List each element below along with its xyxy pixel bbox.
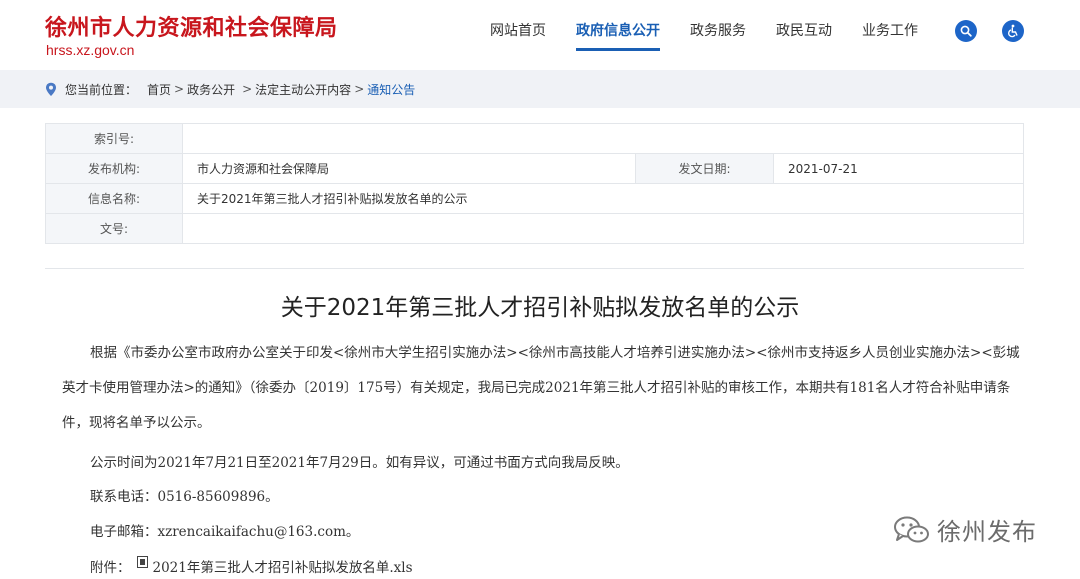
attachment-label: 附件：	[90, 560, 131, 576]
search-button[interactable]	[955, 20, 977, 42]
index-label: 索引号:	[45, 123, 183, 154]
site-header: 徐州市人力资源和社会保障局 hrss.xz.gov.cn 网站首页 政府信息公开…	[0, 0, 1080, 70]
breadcrumb-label: 您当前位置：	[65, 82, 138, 97]
divider	[45, 268, 1024, 269]
contact-email: 电子邮箱：xzrencaikaifachu@163.com。	[90, 524, 360, 540]
breadcrumb-separator: >	[174, 82, 185, 96]
meta-row: 索引号:	[45, 123, 1024, 154]
breadcrumb-separator: >	[354, 82, 365, 96]
watermark-text: 徐州发布	[937, 518, 1037, 546]
publisher-label: 发布机构:	[45, 153, 183, 184]
breadcrumb-separator: >	[242, 82, 253, 96]
nav-item-services[interactable]: 政务服务	[690, 22, 746, 62]
location-pin-icon	[46, 82, 56, 96]
site-domain: hrss.xz.gov.cn	[46, 42, 135, 58]
main-nav: 网站首页 政府信息公开 政务服务 政民互动 业务工作	[475, 22, 933, 62]
article-paragraph: 根据《市委办公室市政府办公室关于印发<徐州市大学生招引实施办法><徐州市高技能人…	[62, 345, 1020, 431]
nav-item-business[interactable]: 业务工作	[862, 22, 918, 62]
site-title[interactable]: 徐州市人力资源和社会保障局	[45, 10, 338, 42]
attachment-link[interactable]: 2021年第三批人才招引补贴拟发放名单.xls	[153, 556, 413, 576]
date-label: 发文日期:	[635, 153, 774, 184]
nav-item-interaction[interactable]: 政民互动	[776, 22, 832, 62]
breadcrumb-gov-affairs[interactable]: 政务公开	[187, 81, 235, 98]
wechat-icon	[894, 516, 929, 542]
breadcrumb-statutory[interactable]: 法定主动公开内容	[255, 81, 351, 98]
info-name-value: 关于2021年第三批人才招引补贴拟发放名单的公示	[182, 183, 1024, 214]
article-title: 关于2021年第三批人才招引补贴拟发放名单的公示	[280, 295, 800, 321]
article-paragraph: 公示时间为2021年7月21日至2021年7月29日。如有异议，可通过书面方式向…	[90, 455, 629, 471]
meta-row: 信息名称: 关于2021年第三批人才招引补贴拟发放名单的公示	[45, 183, 1024, 214]
publisher-value: 市人力资源和社会保障局	[182, 153, 636, 184]
breadcrumb: 您当前位置： 首页 > 政务公开 > 法定主动公开内容 > 通知公告	[0, 70, 1080, 108]
doc-number-label: 文号:	[45, 213, 183, 244]
breadcrumb-home[interactable]: 首页	[147, 81, 171, 98]
attachment-row: 附件： 2021年第三批人才招引补贴拟发放名单.xls	[90, 556, 413, 576]
date-value: 2021-07-21	[773, 153, 1024, 184]
wheelchair-icon	[1008, 24, 1018, 38]
document-meta-table: 索引号: 发布机构: 市人力资源和社会保障局 发文日期: 2021-07-21 …	[45, 123, 1024, 244]
index-value	[182, 123, 1024, 154]
breadcrumb-notices[interactable]: 通知公告	[367, 81, 415, 98]
watermark: 徐州发布	[893, 512, 1037, 547]
meta-row: 文号:	[45, 213, 1024, 244]
nav-item-gov-info[interactable]: 政府信息公开	[576, 22, 660, 62]
file-icon	[136, 556, 148, 568]
doc-number-value	[182, 213, 1024, 244]
meta-row: 发布机构: 市人力资源和社会保障局 发文日期: 2021-07-21	[45, 153, 1024, 184]
contact-phone: 联系电话：0516-85609896。	[90, 489, 279, 505]
search-icon	[960, 25, 972, 37]
accessibility-button[interactable]	[1002, 20, 1024, 42]
nav-item-home[interactable]: 网站首页	[490, 22, 546, 62]
info-name-label: 信息名称:	[45, 183, 183, 214]
